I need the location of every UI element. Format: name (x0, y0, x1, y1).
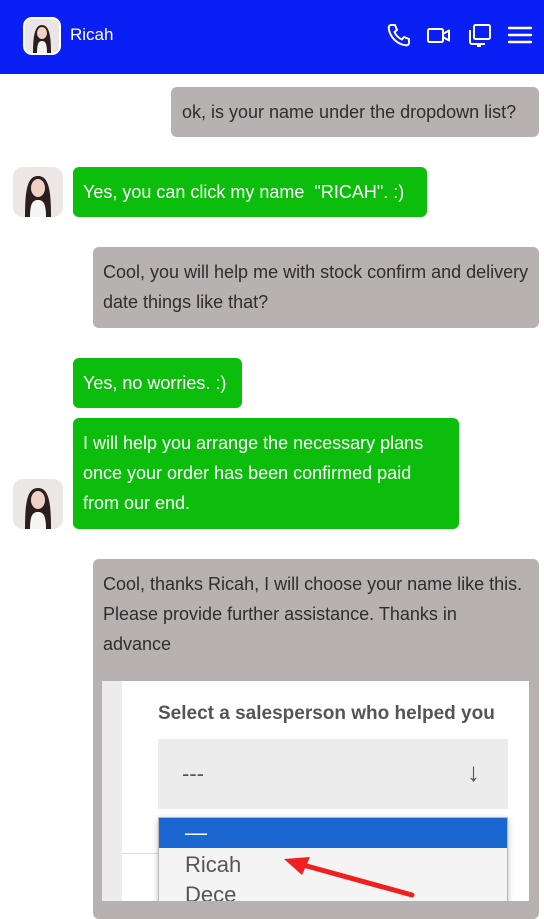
message-outgoing[interactable]: ok, is your name under the dropdown list… (171, 87, 539, 137)
message-text: Cool, you will help me with stock confir… (103, 262, 529, 312)
avatar-image (25, 19, 59, 53)
contact-avatar[interactable] (23, 17, 61, 55)
phone-icon[interactable] (386, 22, 412, 48)
message-text: Cool, thanks Ricah, I will choose your n… (103, 574, 523, 654)
message-text: I will help you arrange the necessary pl… (83, 433, 424, 513)
salesperson-select: --- ↓ (158, 739, 508, 809)
message-text: ok, is your name under the dropdown list… (182, 102, 517, 122)
select-value: --- (182, 761, 204, 786)
message-text: Yes, you can click my name "RICAH". :) (83, 182, 405, 202)
red-arrow-annotation (284, 857, 415, 898)
dropdown-option: — (159, 818, 507, 848)
message-incoming[interactable]: I will help you arrange the necessary pl… (73, 418, 459, 529)
chat-header: Ricah (0, 0, 544, 74)
message-incoming[interactable]: Yes, no worries. :) (73, 358, 242, 408)
contact-name[interactable]: Ricah (70, 24, 113, 46)
video-icon[interactable] (426, 22, 452, 48)
screenshot-sidebar (102, 681, 122, 901)
screenshot-title: Select a salesperson who helped you (158, 703, 495, 724)
agent-avatar (13, 479, 63, 529)
message-text: Yes, no worries. :) (83, 373, 227, 393)
agent-avatar (13, 167, 63, 217)
message-incoming[interactable]: Yes, you can click my name "RICAH". :) (73, 167, 427, 217)
attached-screenshot[interactable]: Select a salesperson who helped you --- … (102, 681, 529, 901)
divider (122, 853, 158, 854)
message-list[interactable]: ok, is your name under the dropdown list… (0, 74, 544, 919)
copy-icon[interactable] (467, 22, 493, 48)
arrow-down-icon: ↓ (467, 757, 480, 787)
message-outgoing[interactable]: Cool, you will help me with stock confir… (93, 247, 539, 328)
menu-icon[interactable] (507, 22, 533, 48)
